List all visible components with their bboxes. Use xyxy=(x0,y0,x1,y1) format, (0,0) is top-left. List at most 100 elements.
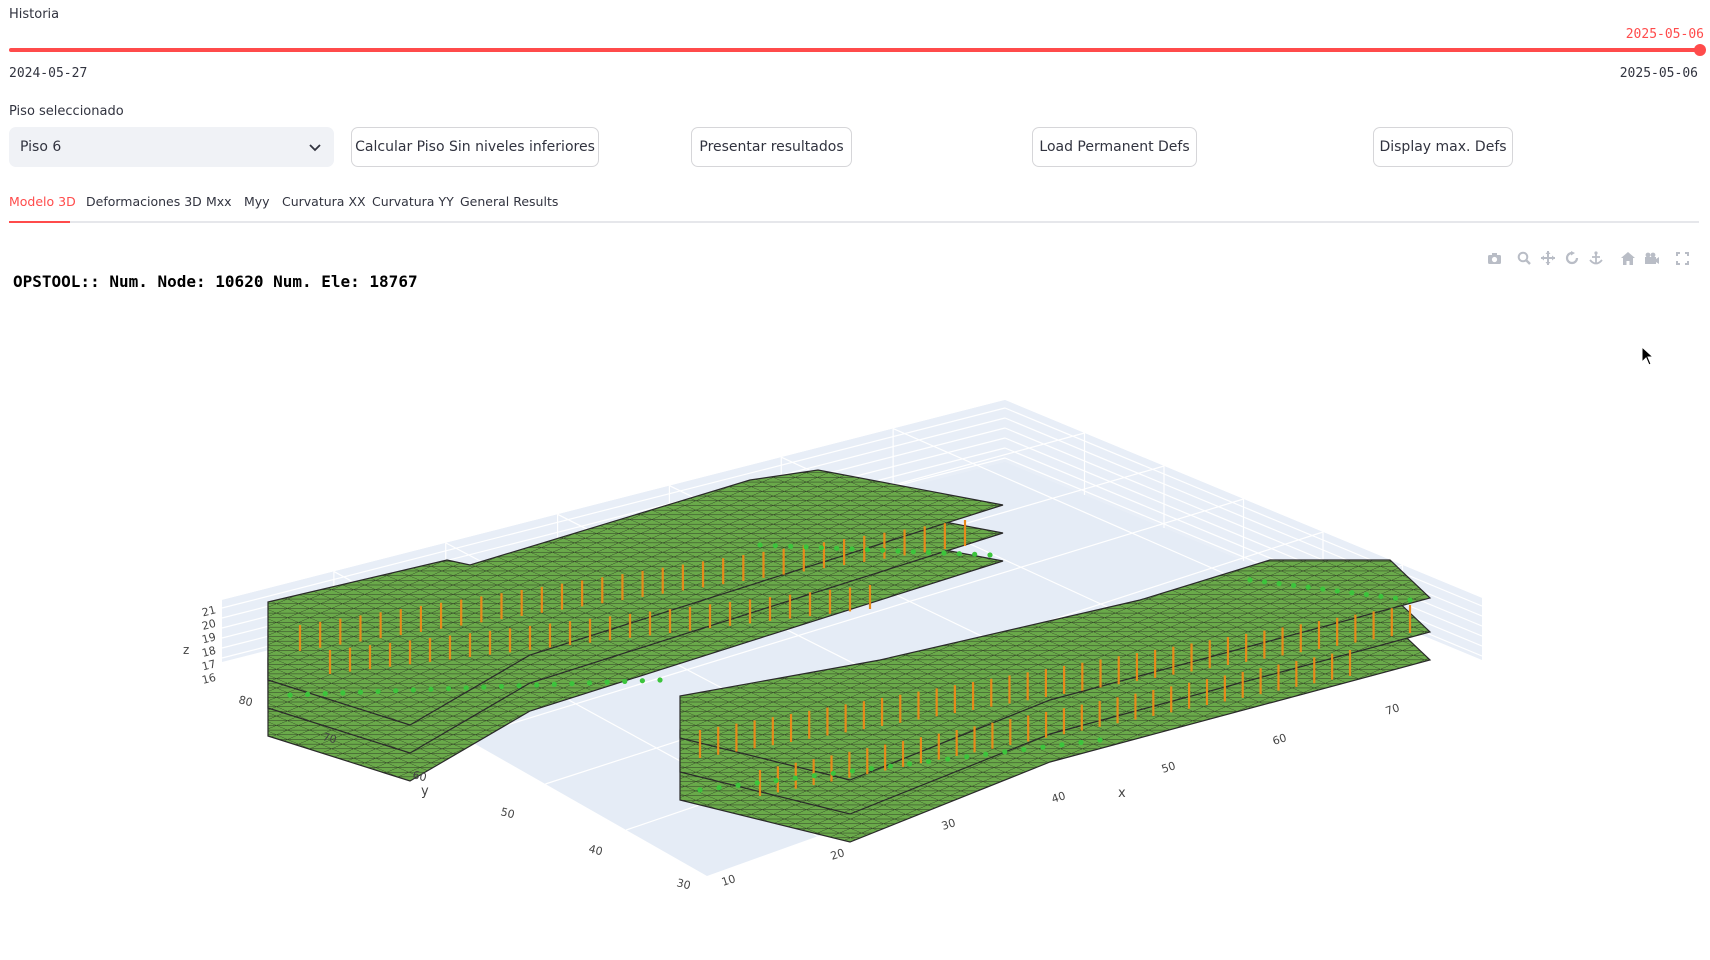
support-node xyxy=(792,775,798,781)
calculate-floor-button[interactable]: Calcular Piso Sin niveles inferiores xyxy=(351,127,599,167)
support-node xyxy=(834,545,840,551)
support-node xyxy=(516,683,522,689)
home-icon[interactable] xyxy=(1618,248,1638,268)
support-node xyxy=(1021,746,1027,753)
history-slider-thumb[interactable] xyxy=(1694,44,1706,56)
floor-select[interactable]: Piso 6 xyxy=(9,127,334,167)
support-node xyxy=(772,543,778,549)
support-node xyxy=(830,770,836,776)
support-node xyxy=(956,551,962,557)
history-slider-min: 2024-05-27 xyxy=(9,66,88,81)
support-node xyxy=(498,683,505,690)
zoom-icon[interactable] xyxy=(1514,248,1534,268)
support-node xyxy=(983,751,989,757)
support-node xyxy=(622,678,628,685)
support-node xyxy=(925,758,932,765)
x-tick-label: 10 xyxy=(720,872,737,889)
floor-select-value: Piso 6 xyxy=(20,139,62,155)
support-node xyxy=(1320,586,1326,592)
x-axis-label: x xyxy=(1118,786,1126,801)
support-node xyxy=(322,690,328,697)
support-node xyxy=(735,782,741,788)
chevron-down-icon xyxy=(309,144,321,152)
support-node xyxy=(305,691,311,697)
load-permanent-defs-button[interactable]: Load Permanent Defs xyxy=(1032,127,1197,167)
fullscreen-icon[interactable] xyxy=(1672,248,1692,268)
support-node xyxy=(1392,595,1399,601)
tab-mxx[interactable]: Mxx xyxy=(206,194,232,209)
app-root: Historia 2025-05-06 2024-05-27 2025-05-0… xyxy=(0,0,1710,960)
support-node xyxy=(393,688,399,694)
support-node xyxy=(551,681,557,687)
support-node xyxy=(926,549,932,555)
support-node xyxy=(910,549,916,555)
plot-title: OPSTOOL:: Num. Node: 10620 Num. Ele: 187… xyxy=(13,272,418,291)
y-axis-label: y xyxy=(421,784,429,799)
support-node xyxy=(1247,577,1253,583)
support-node xyxy=(945,756,951,762)
support-node xyxy=(1363,591,1369,598)
support-node xyxy=(1097,737,1103,743)
history-slider-current-value: 2025-05-06 xyxy=(1625,27,1704,42)
support-node xyxy=(1378,593,1384,599)
history-slider-track[interactable] xyxy=(9,48,1701,52)
camera-view-icon[interactable] xyxy=(1642,248,1662,268)
x-tick-label: 70 xyxy=(1384,701,1401,718)
support-node xyxy=(375,688,381,695)
orbit-icon[interactable] xyxy=(1562,248,1582,268)
floor-select-label: Piso seleccionado xyxy=(9,104,124,119)
y-tick-label: 80 xyxy=(237,693,254,709)
support-node xyxy=(773,777,779,784)
support-node xyxy=(849,546,855,552)
present-results-button[interactable]: Presentar resultados xyxy=(691,127,852,167)
support-node xyxy=(463,685,469,691)
support-node xyxy=(803,544,809,550)
tab-curvatura-xx[interactable]: Curvatura XX xyxy=(282,194,366,209)
support-node xyxy=(1305,584,1311,590)
tab-general-results[interactable]: General Results xyxy=(460,194,558,209)
support-node xyxy=(1276,581,1282,587)
plot-modebar xyxy=(1484,248,1692,268)
support-node xyxy=(880,547,886,553)
support-node xyxy=(639,678,645,684)
x-tick-label: 60 xyxy=(1271,731,1288,748)
support-node xyxy=(1040,744,1046,750)
support-node xyxy=(1261,579,1268,585)
support-node xyxy=(1078,739,1084,745)
tab-deformaciones-3d[interactable]: Deformaciones 3D xyxy=(86,194,202,209)
history-slider-max: 2025-05-06 xyxy=(1619,66,1698,81)
support-node xyxy=(906,761,913,767)
support-node xyxy=(1002,749,1008,755)
tab-curvatura-yy[interactable]: Curvatura YY xyxy=(372,194,454,209)
support-node xyxy=(481,684,487,690)
support-node xyxy=(887,763,894,769)
support-node xyxy=(1349,590,1355,596)
support-node xyxy=(1059,742,1065,748)
tab-myy[interactable]: Myy xyxy=(244,194,270,209)
support-node xyxy=(757,542,763,548)
x-tick-label: 20 xyxy=(829,846,846,863)
support-node xyxy=(811,773,817,779)
display-max-defs-button[interactable]: Display max. Defs xyxy=(1373,127,1513,167)
support-node xyxy=(410,687,416,693)
pan-icon[interactable] xyxy=(1538,248,1558,268)
support-node xyxy=(357,689,364,695)
turntable-icon[interactable] xyxy=(1586,248,1606,268)
support-node xyxy=(428,686,434,692)
mouse-cursor-icon xyxy=(1641,346,1655,366)
model-3d-plot[interactable]: 10203040506070 304050607080 161718192021… xyxy=(0,380,1710,940)
support-node xyxy=(287,692,293,698)
support-node xyxy=(534,682,540,688)
support-node xyxy=(445,685,452,692)
support-node xyxy=(864,547,870,553)
support-node xyxy=(340,690,346,696)
y-tick-label: 40 xyxy=(587,842,604,858)
tab-modelo-3d[interactable]: Modelo 3D xyxy=(9,194,76,209)
support-node xyxy=(1291,582,1297,589)
support-node xyxy=(818,545,824,551)
y-tick-label: 60 xyxy=(411,768,428,784)
tab-bar: Modelo 3D Deformaciones 3D Mxx Myy Curva… xyxy=(9,191,1699,223)
support-node xyxy=(569,680,575,687)
support-node xyxy=(716,785,722,791)
camera-icon[interactable] xyxy=(1484,248,1504,268)
